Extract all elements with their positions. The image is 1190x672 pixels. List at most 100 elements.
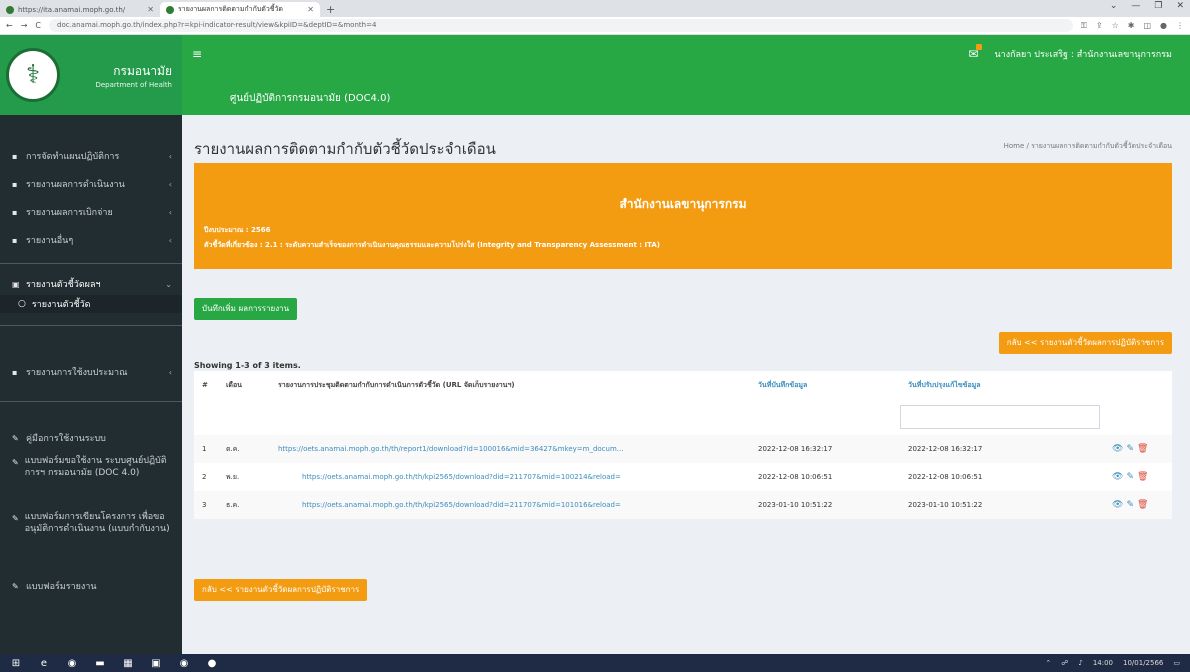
browser-tab-1[interactable]: https://ita.anamai.moph.go.th/ ✕ [0, 2, 160, 17]
view-icon[interactable]: 👁 [1112, 444, 1123, 454]
os-taskbar: ⊞ e ◉ ▬ ▦ ▣ ◉ ● ⌃ ☍ ♪ 14:00 10/01/2566 ▭ [0, 654, 1190, 672]
url-input[interactable]: doc.anamai.moph.go.th/index.php?r=kpi-in… [49, 19, 1073, 32]
key-icon[interactable]: ⚿ [1081, 21, 1087, 31]
notification-icon[interactable]: ✉ [968, 44, 983, 61]
file-explorer-icon[interactable]: ▬ [94, 657, 106, 669]
back-bottom-button[interactable]: กลับ << รายงานตัวชี้วัดผลการปฏิบัติราชกา… [194, 579, 368, 601]
close-window-icon[interactable]: ✕ [1176, 1, 1184, 11]
window-controls: ⌄ — ❐ ✕ [1110, 1, 1184, 11]
report-url-link[interactable]: https://oets.anamai.moph.go.th/th/kpi256… [302, 501, 621, 509]
new-tab-button[interactable]: + [320, 2, 341, 17]
browser-tab-bar: https://ita.anamai.moph.go.th/ ✕ รายงานผ… [0, 0, 1190, 17]
clock-time[interactable]: 14:00 [1093, 659, 1113, 667]
delete-icon[interactable]: 🗑 [1137, 500, 1148, 510]
notifications-icon[interactable]: ▭ [1173, 659, 1180, 667]
main-content: รายงานผลการติดตามกำกับตัวชี้วัดประจำเดือ… [182, 115, 1190, 654]
add-report-button[interactable]: บันทึกเพิ่ม ผลการรายงาน [194, 298, 298, 320]
updated-filter-input[interactable] [900, 405, 1100, 429]
browser-tab-2[interactable]: รายงานผลการติดตามกำกับตัวชี้วัด ✕ [160, 2, 320, 17]
sidebar-item-report-form[interactable]: ✎ แบบฟอร์มรายงาน [0, 577, 182, 595]
tab-label: https://ita.anamai.moph.go.th/ [18, 5, 126, 14]
menu-toggle-icon[interactable]: ≡ [192, 47, 202, 61]
report-url-link[interactable]: https://oets.anamai.moph.go.th/th/report… [278, 445, 623, 453]
row-created: 2022-12-08 16:32:17 [758, 445, 833, 453]
app-window: ⚕ กรมอนามัย Department of Health ≡ ศูนย์… [0, 35, 1190, 654]
system-title: ศูนย์ปฏิบัติการกรมอนามัย (DOC4.0) [230, 93, 391, 104]
row-month: ธ.ค. [226, 500, 240, 509]
close-tab-icon[interactable]: ✕ [147, 5, 154, 14]
profile-icon[interactable]: ● [1160, 21, 1167, 31]
tray-arrow-icon[interactable]: ⌃ [1045, 659, 1051, 667]
logo-subtitle: Department of Health [95, 80, 172, 89]
back-icon[interactable]: ← [6, 21, 13, 30]
pin-icon: ✎ [12, 581, 19, 591]
edit-icon[interactable]: ✎ [1126, 444, 1134, 454]
sidebar-item-label: รายงานอื่นๆ [26, 236, 74, 246]
close-tab-icon[interactable]: ✕ [307, 5, 314, 14]
app-icon[interactable]: ▦ [122, 657, 134, 669]
extension-icon[interactable]: ✱ [1128, 21, 1135, 31]
notification-badge [976, 44, 983, 50]
delete-icon[interactable]: 🗑 [1137, 444, 1148, 454]
clock-date[interactable]: 10/01/2566 [1123, 659, 1163, 667]
header-created[interactable]: วันที่บันทึกข้อมูล [752, 380, 902, 391]
sidebar-item-disbursement-report[interactable]: ▪ รายงานผลการเบิกจ่าย ‹ [0, 203, 182, 221]
sidebar-item-action-plan[interactable]: ▪ การจัดทำแผนปฏิบัติการ ‹ [0, 147, 182, 165]
tab-search-icon[interactable]: ⌄ [1110, 1, 1118, 11]
line-app-icon[interactable]: ● [206, 657, 218, 669]
pin-icon: ✎ [12, 458, 19, 467]
edit-icon[interactable]: ✎ [1126, 500, 1134, 510]
network-icon[interactable]: ☍ [1061, 659, 1068, 667]
header-url[interactable]: รายงานการประชุมติดตามกำกับการดำเนินการตั… [272, 380, 752, 391]
view-icon[interactable]: 👁 [1112, 472, 1123, 482]
sidebar-subitem-kpi[interactable]: ○ รายงานตัวชี้วัด [0, 295, 182, 313]
sidebar-item-other-reports[interactable]: ▪ รายงานอื่นๆ ‹ [0, 231, 182, 249]
chrome-icon[interactable]: ◉ [178, 657, 190, 669]
view-icon[interactable]: 👁 [1112, 500, 1123, 510]
logo-title: กรมอนามัย [113, 63, 172, 78]
row-month: พ.ย. [226, 472, 240, 481]
star-icon[interactable]: ☆ [1112, 21, 1119, 31]
book-icon: ▪ [12, 367, 18, 377]
minimize-icon[interactable]: — [1131, 1, 1140, 11]
more-icon[interactable]: ⋮ [1176, 21, 1184, 31]
back-top-button[interactable]: กลับ << รายงานตัวชี้วัดผลการปฏิบัติราชกา… [998, 332, 1172, 354]
row-actions: 👁 ✎ 🗑 [1112, 500, 1172, 510]
breadcrumb[interactable]: Home / รายงานผลการติดตามกำกับตัวชี้วัดปร… [1004, 141, 1172, 152]
share-icon[interactable]: ⇪ [1096, 21, 1103, 31]
user-menu[interactable]: นางกัลยา ประเสริฐ : สำนักงานเลขานุการกรม [994, 47, 1172, 61]
top-navbar: ≡ ศูนย์ปฏิบัติการกรมอนามัย (DOC4.0) ✉ นา… [182, 35, 1190, 115]
book-icon: ▪ [12, 235, 18, 245]
sidebar-item-label: รายงานตัวชี้วัดผลฯ [26, 280, 101, 290]
forward-icon[interactable]: → [21, 21, 28, 30]
sidebar-item-access-form[interactable]: ✎ แบบฟอร์มขอใช้งาน ระบบศูนย์ปฏิบัติการฯ … [0, 455, 182, 493]
circle-icon: ○ [18, 299, 26, 309]
delete-icon[interactable]: 🗑 [1137, 472, 1148, 482]
sidebar-icon[interactable]: ◫ [1143, 21, 1151, 31]
report-url-link[interactable]: https://oets.anamai.moph.go.th/th/kpi256… [302, 473, 621, 481]
reload-icon[interactable]: C [35, 21, 41, 30]
sidebar-item-manual[interactable]: ✎ คู่มือการใช้งานระบบ [0, 429, 182, 447]
sidebar-item-project-form[interactable]: ✎ แบบฟอร์มการเขียนโครงการ เพื่อขออนุมัติ… [0, 511, 182, 549]
book-icon: ▪ [12, 179, 18, 189]
sidebar-item-budget-report[interactable]: ▪ รายงานการใช้งบประมาณ ‹ [0, 363, 182, 381]
sidebar-item-kpi-report[interactable]: ▣ รายงานตัวชี้วัดผลฯ ⌄ [0, 275, 182, 293]
table-row: 3 ธ.ค. https://oets.anamai.moph.go.th/th… [194, 491, 1172, 519]
header-month[interactable]: เดือน [212, 380, 272, 391]
volume-icon[interactable]: ♪ [1078, 659, 1082, 667]
sidebar-item-label: แบบฟอร์มขอใช้งาน ระบบศูนย์ปฏิบัติการฯ กร… [24, 456, 167, 478]
sidebar-item-performance-report[interactable]: ▪ รายงานผลการดำเนินงาน ‹ [0, 175, 182, 193]
row-created: 2022-12-08 10:06:51 [758, 473, 833, 481]
tab-label: รายงานผลการติดตามกำกับตัวชี้วัด [178, 5, 283, 13]
edit-icon[interactable]: ✎ [1126, 472, 1134, 482]
app-icon[interactable]: ▣ [150, 657, 162, 669]
logo-area[interactable]: ⚕ กรมอนามัย Department of Health [0, 35, 182, 115]
chevron-left-icon: ‹ [168, 179, 172, 189]
header-updated[interactable]: วันที่ปรับปรุงแก้ไขข้อมูล [902, 380, 1112, 391]
windows-start-icon[interactable]: ⊞ [10, 657, 22, 669]
edge-browser-icon[interactable]: e [38, 657, 50, 669]
maximize-icon[interactable]: ❐ [1154, 1, 1162, 11]
row-number: 3 [202, 501, 207, 509]
folder-icon: ▪ [12, 151, 18, 161]
chrome-icon[interactable]: ◉ [66, 657, 78, 669]
